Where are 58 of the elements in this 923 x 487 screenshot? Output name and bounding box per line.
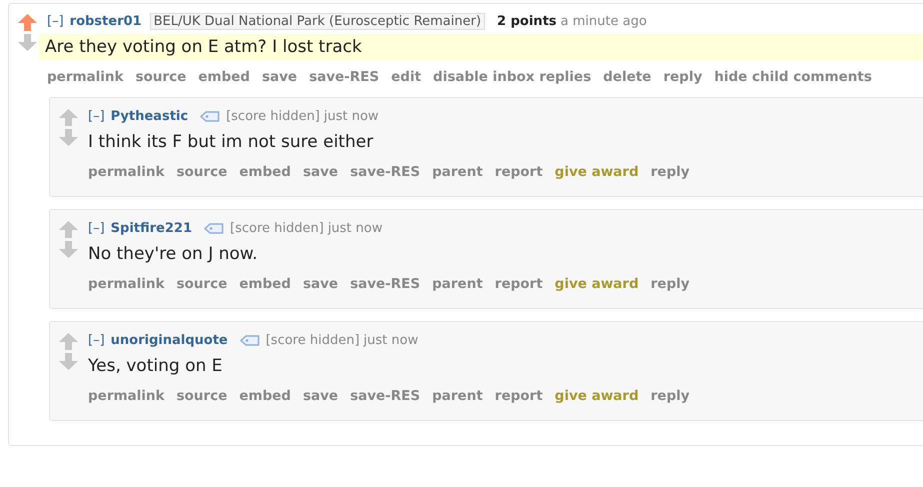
action-link[interactable]: reply (650, 164, 690, 180)
action-link[interactable]: embed (239, 276, 291, 292)
action-link[interactable]: disable inbox replies (433, 69, 592, 85)
comment-score: [score hidden] (230, 220, 324, 236)
give-award-link[interactable]: give award (554, 164, 639, 180)
action-link[interactable]: delete (603, 69, 652, 85)
collapse-toggle[interactable]: [–] (88, 108, 105, 124)
comment-score: [score hidden] (226, 108, 320, 124)
action-link[interactable]: save-RES (350, 164, 420, 180)
user-flair: BEL/UK Dual National Park (Eurosceptic Remainer) (150, 12, 486, 30)
action-link[interactable]: source (176, 164, 228, 180)
comment-score: [score hidden] (266, 332, 360, 348)
action-link[interactable]: embed (239, 388, 291, 404)
action-link[interactable]: source (176, 276, 228, 292)
username-link[interactable]: unoriginalquote (110, 332, 228, 348)
action-link[interactable]: reply (650, 276, 690, 292)
action-link[interactable]: permalink (88, 276, 164, 292)
action-link[interactable]: parent (432, 164, 483, 180)
action-link[interactable]: permalink (88, 388, 164, 404)
give-award-link[interactable]: give award (554, 388, 639, 404)
username-link[interactable]: robster01 (70, 14, 142, 28)
action-link[interactable]: save-RES (309, 69, 380, 85)
action-link[interactable]: parent (432, 276, 483, 292)
action-link[interactable]: report (494, 276, 543, 292)
action-link[interactable]: save (302, 164, 338, 180)
action-link[interactable]: save-RES (350, 276, 420, 292)
username-link[interactable]: Spitfire221 (110, 220, 192, 236)
action-link[interactable]: permalink (88, 164, 164, 180)
give-award-link[interactable]: give award (554, 276, 639, 292)
action-link[interactable]: report (494, 388, 543, 404)
action-link[interactable]: save (262, 69, 298, 85)
collapse-toggle[interactable]: [–] (47, 14, 64, 28)
comment-time: a minute ago (560, 14, 647, 28)
action-link[interactable]: save (302, 388, 338, 404)
comment-text: I think its F but im not sure either (87, 131, 374, 154)
collapse-toggle[interactable]: [–] (88, 332, 105, 348)
action-link[interactable]: source (176, 388, 228, 404)
collapse-toggle[interactable]: [–] (88, 220, 105, 236)
comment-time: just now (364, 332, 418, 348)
action-link[interactable]: reply (663, 69, 702, 85)
action-link[interactable]: save (302, 276, 338, 292)
action-link[interactable]: parent (432, 388, 483, 404)
comment-text: Yes, voting on E (87, 355, 224, 378)
action-link[interactable]: embed (198, 69, 250, 85)
action-link[interactable]: reply (650, 388, 690, 404)
action-link[interactable]: save-RES (350, 388, 420, 404)
comment-text: No they're on J now. (87, 243, 259, 266)
action-link[interactable]: hide child comments (714, 69, 872, 85)
action-link[interactable]: source (136, 69, 186, 85)
comment-text: Are they voting on E atm? I lost track (39, 34, 923, 60)
comment-time: just now (328, 220, 382, 236)
action-link[interactable]: embed (239, 164, 291, 180)
action-link[interactable]: edit (391, 69, 422, 85)
comment-time: just now (324, 108, 379, 124)
action-link[interactable]: report (494, 164, 543, 180)
action-link[interactable]: permalink (47, 69, 124, 85)
username-link[interactable]: Pytheastic (110, 108, 188, 124)
comment-score: 2 points (497, 14, 557, 28)
